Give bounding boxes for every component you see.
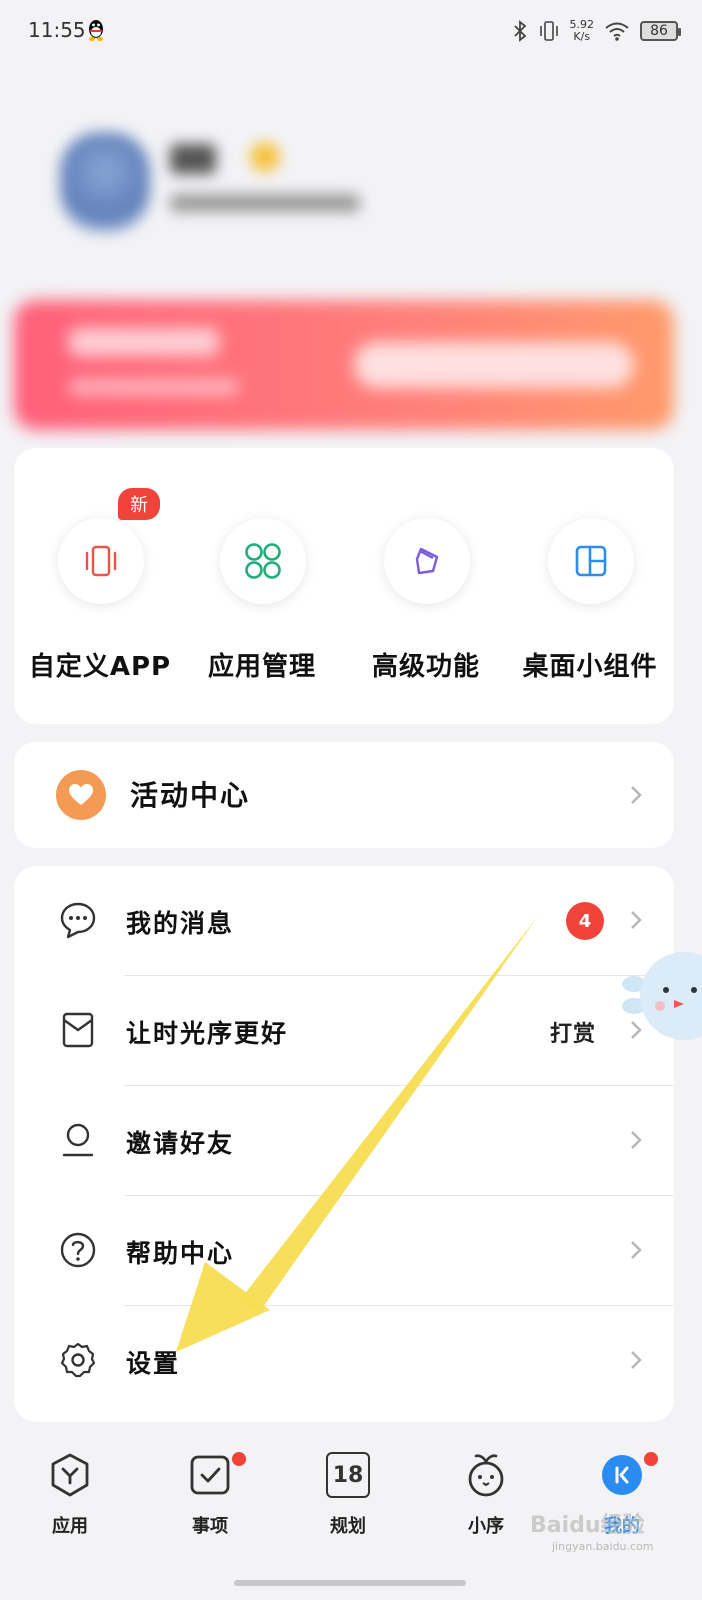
- tool-label: 桌面小组件: [522, 652, 658, 682]
- activity-center-label: 活动中心: [130, 779, 251, 812]
- phone-vibrate-icon: [85, 545, 117, 577]
- floating-mascot-icon[interactable]: [620, 944, 702, 1054]
- tool-advanced-features-circle[interactable]: [384, 518, 470, 604]
- person-icon: [62, 1123, 94, 1157]
- banner-button-blurred[interactable]: [354, 342, 634, 388]
- menu-item-label: 我的消息: [126, 909, 235, 938]
- qq-icon: [89, 20, 103, 41]
- tool-advanced-features[interactable]: 高级功能: [344, 510, 504, 690]
- tip-link[interactable]: 打赏: [550, 1016, 596, 1048]
- banner-subtitle-blurred: [69, 380, 239, 394]
- tool-custom-app[interactable]: 新 自定义APP: [18, 488, 178, 690]
- tab-xiaoxu[interactable]: 小序: [436, 1452, 536, 1552]
- watermark-url: jingyan.baidu.com: [552, 1540, 654, 1553]
- status-bar: 11:55 5.92 K/s 86: [0, 0, 702, 64]
- banner-title-blurred: [69, 328, 219, 356]
- menu-item-help[interactable]: 帮助中心: [14, 1196, 674, 1306]
- menu-item-settings[interactable]: 设置: [14, 1306, 674, 1416]
- tab-label: 小序: [468, 1516, 504, 1537]
- menu-item-invite[interactable]: 邀请好友: [14, 1086, 674, 1196]
- message-icon: [60, 902, 96, 939]
- tab-label: 应用: [52, 1516, 88, 1537]
- tab-tasks[interactable]: 事项: [160, 1452, 260, 1552]
- heart-icon: [69, 784, 93, 805]
- vip-badge-blurred: [250, 142, 280, 172]
- calendar-icon: 18: [326, 1452, 370, 1498]
- chevron-right-icon: [631, 1131, 642, 1149]
- home-indicator[interactable]: [234, 1580, 466, 1586]
- menu-item-messages[interactable]: 我的消息 4: [14, 866, 674, 976]
- menu-item-label: 帮助中心: [126, 1239, 235, 1268]
- watermark-brand: Baidu经验: [530, 1513, 645, 1538]
- tool-label: 高级功能: [371, 652, 480, 682]
- new-badge: 新: [118, 488, 160, 520]
- notification-dot: [644, 1452, 658, 1466]
- status-right: 5.92 K/s 86: [512, 16, 681, 46]
- tab-apps[interactable]: 应用: [20, 1452, 120, 1552]
- tool-desktop-widget[interactable]: 桌面小组件: [508, 510, 668, 690]
- gear-icon: [60, 1342, 96, 1378]
- activity-center-row[interactable]: 活动中心: [14, 742, 674, 848]
- status-time: 11:55: [28, 18, 86, 42]
- unread-count-badge: 4: [566, 902, 604, 940]
- chevron-right-icon: [631, 1351, 642, 1369]
- username-blurred: [170, 144, 216, 174]
- profile-header[interactable]: [50, 122, 650, 242]
- tab-label: 规划: [330, 1516, 366, 1537]
- tool-app-management[interactable]: 应用管理: [180, 510, 340, 690]
- user-id-blurred: [170, 194, 360, 212]
- bluetooth-icon: [513, 20, 526, 42]
- notification-dot: [232, 1452, 246, 1466]
- chevron-right-icon: [631, 911, 642, 929]
- tool-label: 应用管理: [207, 652, 316, 682]
- pen-nib-icon: [415, 547, 439, 575]
- battery-indicator: 86: [640, 21, 681, 41]
- widget-layout-icon: [575, 545, 607, 577]
- activity-icon-bg: [56, 770, 106, 820]
- tab-label: 事项: [192, 1516, 228, 1537]
- help-icon: [60, 1232, 96, 1268]
- menu-item-label: 邀请好友: [126, 1129, 235, 1158]
- mascot-icon: [468, 1454, 504, 1497]
- tool-desktop-widget-circle[interactable]: [548, 518, 634, 604]
- profile-icon: [602, 1455, 642, 1495]
- tab-planning[interactable]: 18 规划: [298, 1452, 398, 1552]
- menu-item-label: 让时光序更好: [126, 1019, 289, 1048]
- apps-hexagon-icon: [51, 1453, 89, 1497]
- tool-custom-app-circle[interactable]: [58, 518, 144, 604]
- promo-banner[interactable]: [14, 300, 674, 430]
- apps-grid-icon: [245, 543, 281, 579]
- menu-item-label: 设置: [126, 1349, 181, 1378]
- wifi-icon: [605, 22, 629, 41]
- quick-tools-card: 新 自定义APP 应用管理 高级功能 桌面小组件: [14, 448, 674, 724]
- tool-label: 自定义APP: [28, 652, 172, 682]
- chevron-right-icon: [631, 786, 642, 804]
- checkbox-icon: [190, 1455, 230, 1495]
- vibrate-icon: [539, 21, 558, 41]
- chevron-right-icon: [631, 1241, 642, 1259]
- menu-item-improve[interactable]: 让时光序更好 打赏: [14, 976, 674, 1086]
- tool-app-management-circle[interactable]: [220, 518, 306, 604]
- avatar[interactable]: [60, 132, 150, 232]
- reward-envelope-icon: [62, 1012, 94, 1048]
- network-speed: 5.92 K/s: [569, 18, 595, 43]
- menu-card: 我的消息 4 让时光序更好 打赏 邀请好友 帮助中心 设置: [14, 866, 674, 1422]
